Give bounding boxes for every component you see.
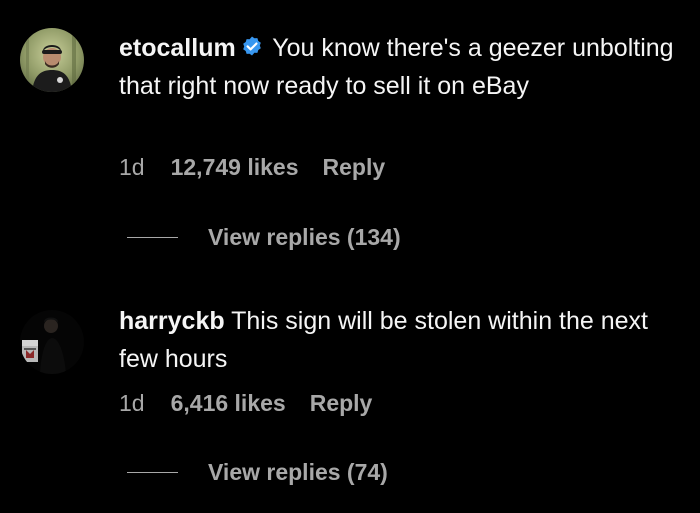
view-replies-label: View replies (74) xyxy=(208,458,388,485)
reply-button[interactable]: Reply xyxy=(323,154,386,181)
comment-body: etocallum You know there's a geezer unbo… xyxy=(119,29,689,105)
comment-meta: 1d 12,749 likes Reply xyxy=(119,152,385,182)
comment-username[interactable]: harryckb xyxy=(119,307,225,335)
comment-username[interactable]: etocallum xyxy=(119,34,236,62)
avatar[interactable] xyxy=(20,28,84,92)
avatar-photo xyxy=(20,28,84,92)
comment-time: 1d xyxy=(119,153,145,180)
divider-line xyxy=(127,471,178,473)
comment-meta: 1d 6,416 likes Reply xyxy=(119,388,372,418)
view-replies-label: View replies (134) xyxy=(208,223,401,250)
view-replies-button[interactable]: View replies (134) xyxy=(127,222,401,252)
comment-time: 1d xyxy=(119,389,145,416)
comment-likes[interactable]: 12,749 likes xyxy=(171,154,299,181)
comment-body: harryckb This sign will be stolen within… xyxy=(119,302,689,378)
avatar-photo xyxy=(20,310,84,374)
reply-button[interactable]: Reply xyxy=(310,390,373,417)
view-replies-button[interactable]: View replies (74) xyxy=(127,457,388,487)
comment-likes[interactable]: 6,416 likes xyxy=(171,390,286,417)
divider-line xyxy=(127,236,178,238)
verified-badge-icon xyxy=(240,32,264,56)
avatar[interactable] xyxy=(20,310,84,374)
